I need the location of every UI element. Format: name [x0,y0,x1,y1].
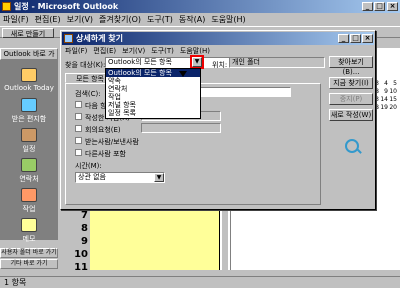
time-select[interactable]: 상관 없음 ▼ [75,172,165,183]
menu-item-5[interactable]: 동작(A) [179,15,205,24]
find-label: 찾을 대상(K): [65,61,106,69]
window-title-bar: 일정 - Microsoft Outlook _ □ × [0,0,400,13]
dialog-title: 상세하게 찾기 [76,34,123,43]
menu-item-6[interactable]: 도움말(H) [211,15,245,24]
nav-item-1-icon [21,98,37,112]
dropdown-option-4[interactable]: 저널 항목 [106,101,200,109]
dialog-close-button[interactable]: × [362,34,373,43]
status-bar: 1 항목 [0,276,400,288]
location-label: 위치: [212,61,228,69]
nav-item-0-icon [21,68,37,82]
advanced-find-dialog: 상세하게 찾기 _ □ × 파일(F) 편집(E) 보기(V) 도구(T) 도움말(H)… [60,30,376,210]
nav-item-0[interactable]: Outlook Today [2,68,56,92]
hour-label: 7 [81,210,88,221]
nav-item-3-icon [21,158,37,172]
check-5[interactable] [75,149,82,156]
dropdown-option-3[interactable]: 작업 [106,93,200,101]
stop-button[interactable]: 중지(P) [329,93,373,105]
mini-cal-day[interactable]: 10 [388,88,397,96]
dialog-menu-item-1[interactable]: 편집(E) [93,47,116,55]
mini-cal-day[interactable]: 5 [388,80,397,88]
nav-item-label: Outlook Today [4,84,54,92]
dialog-menu-item-3[interactable]: 도구(T) [151,47,174,55]
mini-cal-day[interactable]: 19 [379,104,388,112]
mini-cal-day[interactable]: 15 [388,96,397,104]
dialog-menu-item-0[interactable]: 파일(F) [65,47,87,55]
time-value: 상관 없음 [78,173,106,181]
check-2[interactable] [75,113,82,120]
search-label: 검색(C): [75,90,101,98]
menu-item-4[interactable]: 도구(T) [147,15,173,24]
nav-item-label: 일정 [22,145,36,153]
menu-item-1[interactable]: 편집(E) [35,15,61,24]
find-dropdown-button[interactable]: ▼ [192,57,202,67]
nav-item-2[interactable]: 일정 [2,128,56,154]
nav-header[interactable]: Outlook 바로 가기 [0,48,58,68]
location-value: 개인 폴더 [232,58,260,66]
dropdown-option-2[interactable]: 연락처 [106,85,200,93]
find-select-value: Outlook의 모든 항목 [108,58,172,66]
outlook-icon [2,2,11,11]
nav-item-3[interactable]: 연락처 [2,158,56,184]
nav-item-1[interactable]: 받은 편지함 [2,98,56,124]
check-4-label: 받는사람/보낸사람 [85,138,139,146]
hour-label: 9 [81,236,88,247]
new-button[interactable]: 새로 만들기 [2,28,54,38]
dialog-menu-item-4[interactable]: 도움말(H) [180,47,210,55]
magnifier-handle [356,148,362,154]
check-1[interactable] [75,101,82,108]
time-label: 시간(M): [75,162,102,170]
window-title: 일정 - Microsoft Outlook [14,2,119,11]
nav-item-label: 연락처 [19,175,39,183]
hour-label: 11 [74,262,88,273]
menu-item-3[interactable]: 즐겨찾기(O) [99,15,141,24]
nav-item-5-icon [21,218,37,232]
nav-item-4[interactable]: 작업 [2,188,56,214]
mini-cal-day[interactable]: 9 [379,88,388,96]
nav-item-5[interactable]: 메모 [2,218,56,244]
find-now-button[interactable]: 지금 찾기(I) [329,77,373,89]
nav-item-label: 작업 [22,205,36,213]
time-dropdown-button[interactable]: ▼ [154,173,164,182]
hour-label: 8 [81,223,88,234]
mini-cal-day[interactable]: 4 [379,80,388,88]
check-3[interactable] [75,125,82,132]
browse-button[interactable]: 찾아보기(B)... [329,56,373,76]
hour-label: 10 [74,249,88,260]
check-4[interactable] [75,137,82,144]
close-button[interactable]: × [387,2,398,11]
find-icon [64,34,73,43]
dropdown-option-1[interactable]: 약속 [106,77,200,85]
dialog-menu-item-2[interactable]: 보기(V) [122,47,145,55]
dialog-maximize-button[interactable]: □ [350,34,361,43]
taskpad [230,210,400,270]
check-5-label: 다른사람 포함 [85,150,126,158]
nav-item-4-icon [21,188,37,202]
menu-item-2[interactable]: 보기(V) [67,15,93,24]
outlook-bar: Outlook Today 받은 편지함일정연락처작업메모 [0,60,58,243]
mini-cal-day[interactable]: 14 [379,96,388,104]
cursor-icon [179,71,187,77]
check-3-label: 회의요청(E) [85,126,121,134]
mini-cal-day[interactable]: 20 [388,104,397,112]
nav-item-2-icon [21,128,37,142]
recipient-field[interactable] [141,123,221,133]
menu-item-0[interactable]: 파일(F) [3,15,29,24]
dialog-title-bar: 상세하게 찾기 _ □ × [62,32,374,45]
minimize-button[interactable]: _ [362,2,373,11]
dropdown-option-5[interactable]: 일정 목록 [106,109,200,117]
location-field[interactable]: 개인 폴더 [229,57,325,68]
main-menu-bar: 파일(F) 편집(E) 보기(V) 즐겨찾기(O) 도구(T) 동작(A) 도움말(H) [3,14,252,25]
maximize-button[interactable]: □ [374,2,385,11]
nav-item-label: 받은 편지함 [11,115,47,123]
my-shortcuts-button[interactable]: 사용자 폴더 바로 가기 [0,248,58,258]
new-search-button[interactable]: 새로 작성(W) [329,109,373,121]
nav-item-label: 메모 [22,235,36,243]
other-shortcuts-button[interactable]: 기타 바로 가기 [0,259,58,269]
dialog-minimize-button[interactable]: _ [338,34,349,43]
status-text: 1 항목 [4,278,27,287]
appointment-area[interactable] [90,210,220,270]
